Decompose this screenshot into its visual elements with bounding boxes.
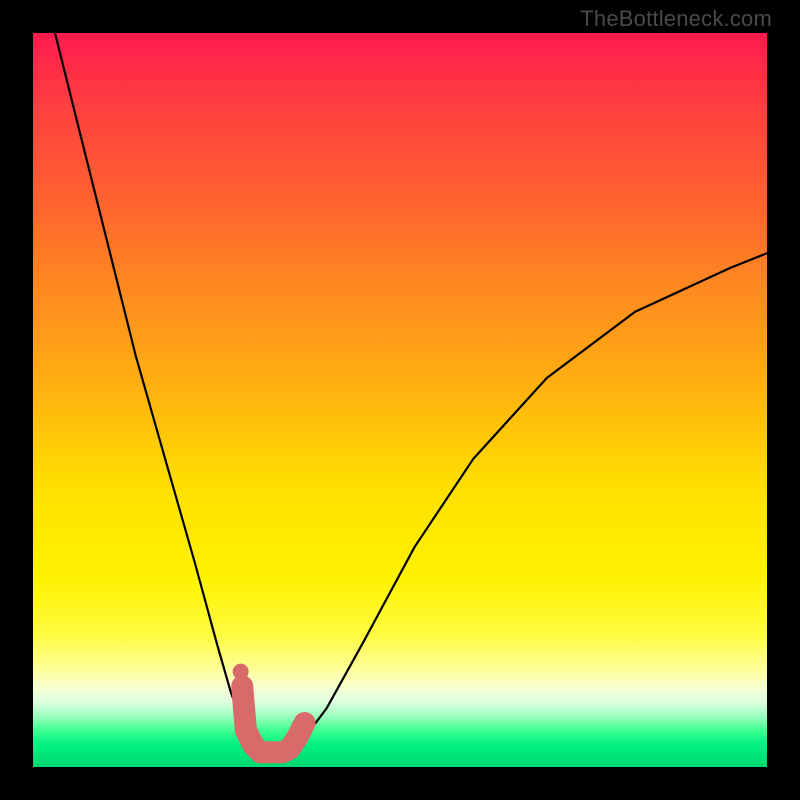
highlight-dot (233, 664, 249, 680)
chart-frame: TheBottleneck.com (0, 0, 800, 800)
highlight-band (242, 686, 304, 752)
watermark-text: TheBottleneck.com (580, 6, 772, 32)
curve-layer (33, 33, 767, 767)
plot-area (33, 33, 767, 767)
bottleneck-curve (55, 33, 767, 752)
